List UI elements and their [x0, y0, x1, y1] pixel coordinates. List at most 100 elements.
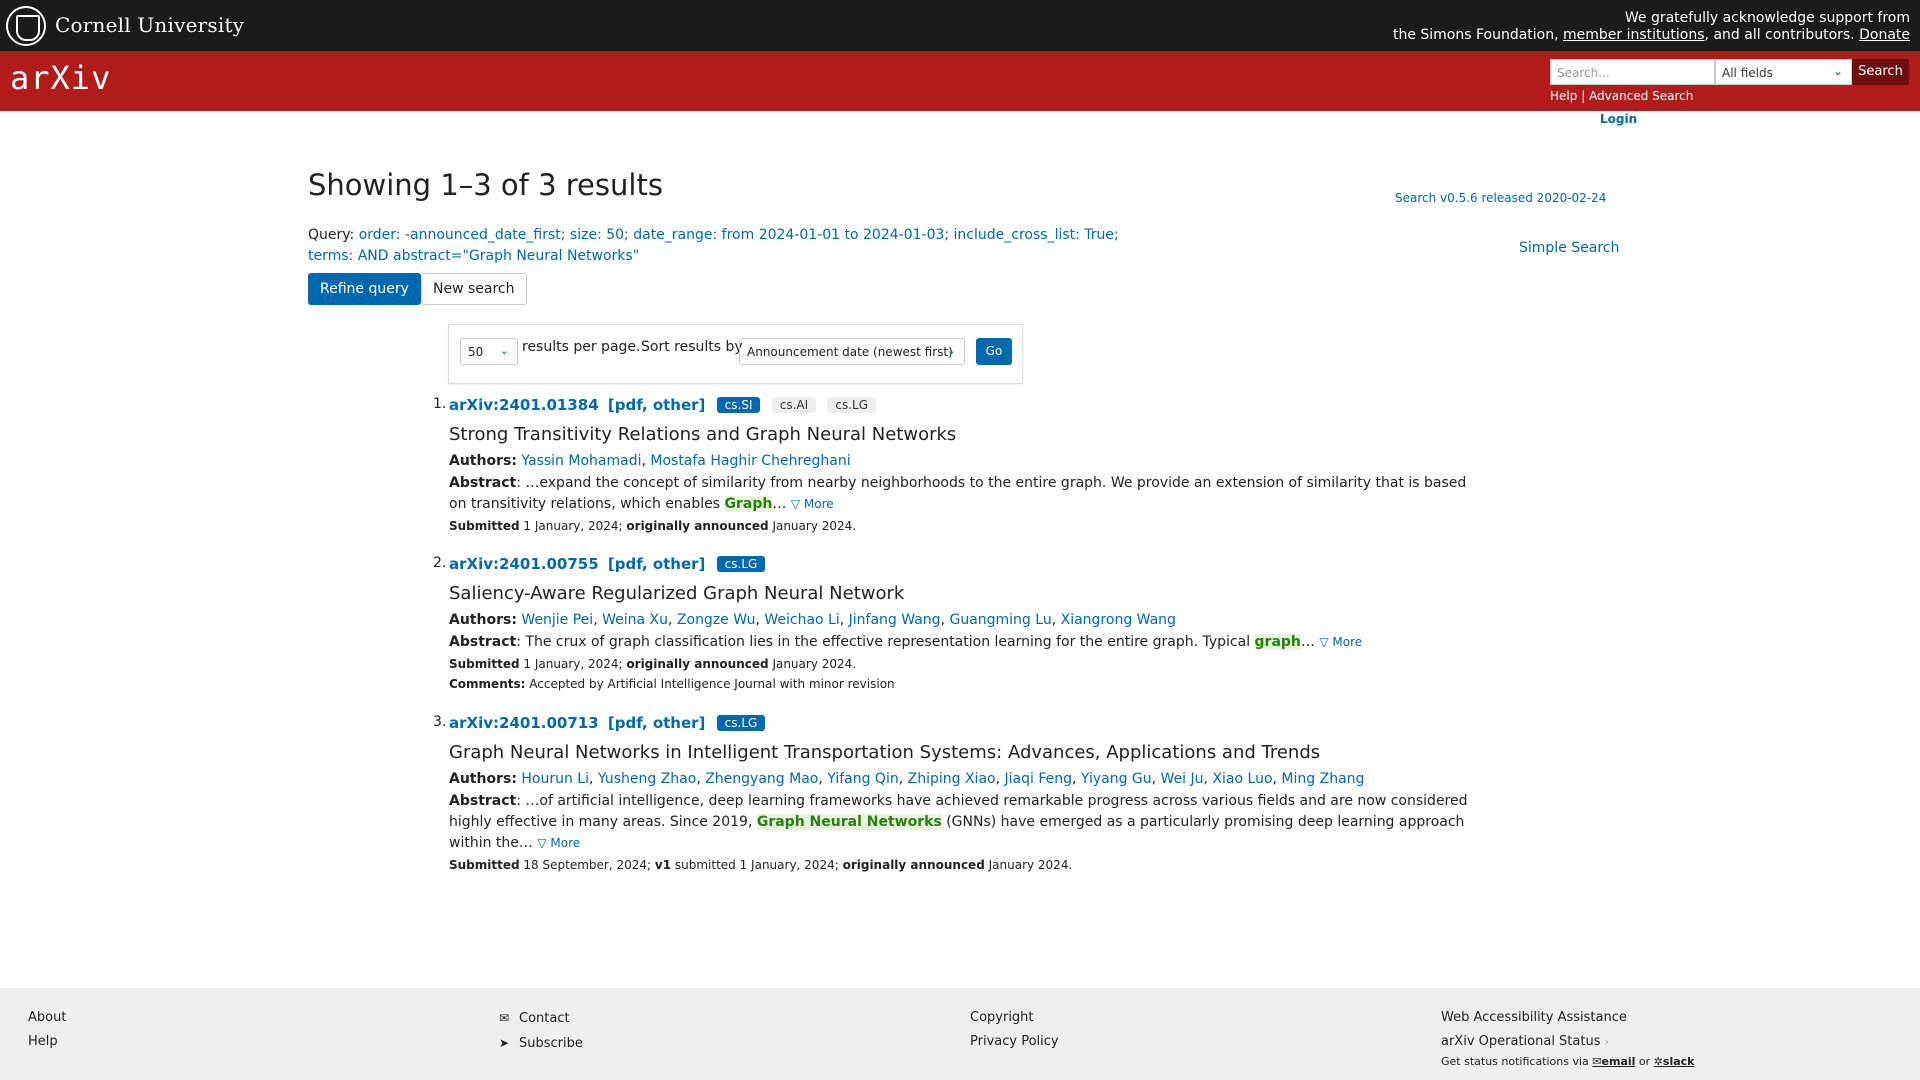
search-field-value: All fields [1722, 66, 1773, 80]
author-link[interactable]: Yiyang Gu [1081, 771, 1152, 787]
copyright-link[interactable]: Copyright [970, 1006, 1059, 1030]
email-link[interactable]: ✉email [1592, 1055, 1635, 1068]
arxiv-logo[interactable]: arXiv [10, 59, 111, 97]
envelope-icon: ✉ [499, 1011, 510, 1025]
advanced-search-link[interactable]: Advanced Search [1589, 89, 1693, 103]
announced-label: originally announced [842, 858, 985, 872]
more-toggle[interactable]: ▽ More [791, 497, 834, 511]
category-tag[interactable]: cs.AI [771, 397, 817, 413]
new-search-button[interactable]: New search [421, 273, 527, 305]
search-input[interactable]: Search... [1550, 59, 1715, 85]
chevron-right-icon: › [1604, 1035, 1610, 1048]
author-link[interactable]: Zhengyang Mao [705, 771, 818, 787]
pdf-other-links[interactable]: [pdf, other] [608, 555, 706, 573]
arxiv-id-link[interactable]: arXiv:2401.01384 [449, 396, 599, 414]
result-abstract: Abstract: …of artificial intelligence, d… [449, 791, 1469, 854]
query-text: order: -announced_date_first; size: 50; … [308, 227, 1119, 264]
login-link[interactable]: Login [1600, 112, 1637, 126]
per-page-label: results per page. [522, 339, 641, 355]
result-number: 3. [433, 714, 447, 730]
result-abstract: Abstract: The crux of graph classificati… [449, 632, 1469, 653]
donate-link[interactable]: Donate [1859, 27, 1910, 43]
footer-column-4: Web Accessibility Assistance arXiv Opera… [1441, 1006, 1694, 1070]
result-item: 2. arXiv:2401.00755 [pdf, other] cs.LG S… [433, 555, 1469, 691]
author-link[interactable]: Zongze Wu [677, 612, 756, 628]
author-link[interactable]: Xiao Luo [1212, 771, 1272, 787]
version-link[interactable]: Search v0.5.6 released 2020-02-24 [1395, 191, 1606, 205]
author-link[interactable]: Yifang Qin [827, 771, 898, 787]
search-field-select[interactable]: All fields ⌄ [1715, 59, 1852, 85]
slack-link[interactable]: ✲slack [1654, 1055, 1695, 1068]
result-dates: Submitted 1 January, 2024; originally an… [449, 657, 1469, 671]
more-toggle[interactable]: ▽ More [537, 836, 580, 850]
author-link[interactable]: Wenjie Pei [521, 612, 593, 628]
sort-select[interactable]: Announcement date (newest first) ⌄ [739, 338, 965, 365]
simple-search-link[interactable]: Simple Search [1519, 240, 1619, 256]
more-toggle[interactable]: ▽ More [1319, 635, 1362, 649]
submitted-date: 1 January, 2024; [523, 519, 623, 533]
pdf-other-links[interactable]: [pdf, other] [608, 396, 706, 414]
author-link[interactable]: Weina Xu [602, 612, 668, 628]
author-link[interactable]: Mostafa Haghir Chehreghani [650, 453, 850, 469]
ack-prefix: the Simons Foundation, [1392, 27, 1559, 43]
author-link[interactable]: Yassin Mohamadi [521, 453, 641, 469]
pdf-other-links[interactable]: [pdf, other] [608, 714, 706, 732]
subscribe-label: Subscribe [519, 1036, 583, 1051]
ack-middle: , and all contributors. [1704, 27, 1855, 43]
submitted-date: 1 January, 2024; [523, 657, 623, 671]
about-link[interactable]: About [28, 1006, 66, 1030]
author-link[interactable]: Guangming Lu [949, 612, 1051, 628]
contact-label: Contact [519, 1011, 570, 1026]
category-tag-primary[interactable]: cs.LG [716, 715, 766, 731]
go-button[interactable]: Go [976, 338, 1012, 365]
chevron-down-icon: ⌄ [1832, 64, 1843, 78]
category-tag-primary[interactable]: cs.LG [716, 556, 766, 572]
submitted-label: Submitted [449, 858, 520, 872]
accessibility-link[interactable]: Web Accessibility Assistance [1441, 1006, 1694, 1030]
category-tag-primary[interactable]: cs.SI [716, 397, 761, 413]
author-link[interactable]: Weichao Li [764, 612, 839, 628]
cornell-university-name[interactable]: Cornell University [55, 13, 244, 37]
abstract-highlight: Graph [724, 496, 773, 512]
per-page-select[interactable]: 50 ⌄ [460, 338, 518, 365]
ack-line-2: the Simons Foundation, member institutio… [1393, 27, 1910, 44]
member-institutions-link[interactable]: member institutions [1563, 27, 1705, 43]
arxiv-id-link[interactable]: arXiv:2401.00713 [449, 714, 599, 732]
footer-column-1: About Help [28, 1006, 66, 1054]
author-link[interactable]: Ming Zhang [1281, 771, 1364, 787]
search-button[interactable]: Search [1852, 59, 1909, 85]
cornell-seal-icon[interactable] [6, 6, 46, 46]
result-comments: Comments: Accepted by Artificial Intelli… [449, 677, 1469, 691]
abstract-highlight: graph [1254, 634, 1301, 650]
author-link[interactable]: Jinfang Wang [849, 612, 941, 628]
comments-text: Accepted by Artificial Intelligence Jour… [529, 677, 895, 691]
submitted-date: 18 September, 2024; [523, 858, 652, 872]
category-tag[interactable]: cs.LG [827, 397, 877, 413]
abstract-highlight: Graph Neural Networks [756, 814, 942, 830]
author-link[interactable]: Xiangrong Wang [1061, 612, 1176, 628]
abstract-text: : …expand the concept of similarity from… [449, 475, 1467, 512]
submitted-label: Submitted [449, 657, 520, 671]
author-link[interactable]: Yusheng Zhao [598, 771, 696, 787]
footer-help-link[interactable]: Help [28, 1030, 66, 1054]
author-link[interactable]: Hourun Li [521, 771, 589, 787]
v1-label: v1 [654, 858, 672, 872]
subscribe-link[interactable]: ➤ Subscribe [499, 1031, 583, 1056]
abstract-ellipsis: … [772, 496, 787, 512]
result-id-line: arXiv:2401.00713 [pdf, other] cs.LG [449, 714, 1469, 736]
help-link[interactable]: Help [1550, 89, 1577, 103]
result-number: 2. [433, 555, 447, 571]
arxiv-id-link[interactable]: arXiv:2401.00755 [449, 555, 599, 573]
refine-query-button[interactable]: Refine query [308, 273, 421, 305]
announced-date: January 2024. [772, 519, 857, 533]
status-note-text: Get status notifications via [1441, 1055, 1589, 1068]
contact-link[interactable]: ✉ Contact [499, 1006, 583, 1031]
email-label: email [1601, 1055, 1636, 1068]
sort-label: Sort results by [641, 339, 743, 355]
authors-label: Authors: [449, 612, 517, 628]
author-link[interactable]: Wei Ju [1161, 771, 1204, 787]
author-link[interactable]: Zhiping Xiao [908, 771, 996, 787]
author-link[interactable]: Jiaqi Feng [1005, 771, 1072, 787]
privacy-link[interactable]: Privacy Policy [970, 1030, 1059, 1054]
operational-status-link[interactable]: arXiv Operational Status › [1441, 1030, 1694, 1054]
